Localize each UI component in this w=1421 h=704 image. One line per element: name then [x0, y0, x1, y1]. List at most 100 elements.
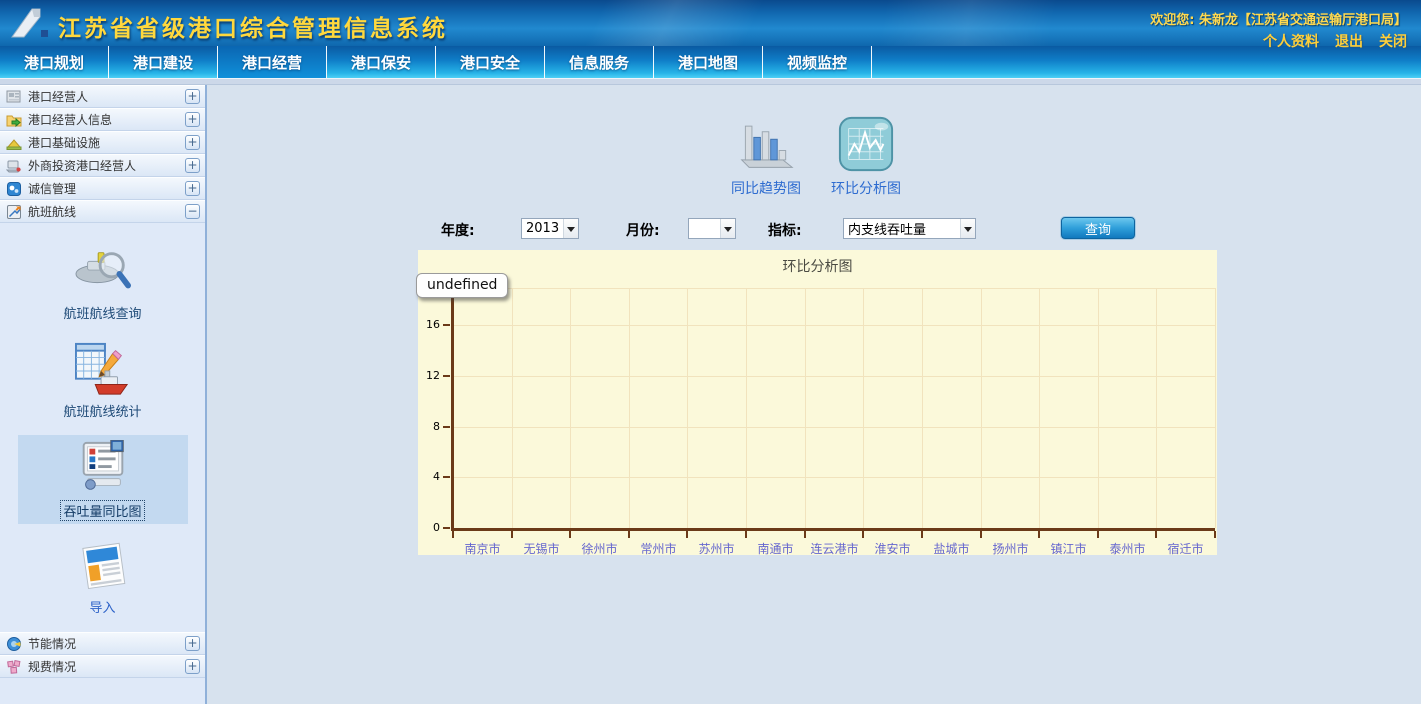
- y-axis-tick-label: 0: [418, 521, 440, 534]
- expand-icon[interactable]: +: [185, 181, 200, 196]
- x-axis-category-label: 扬州市: [981, 540, 1040, 557]
- y-axis-tick-label: 8: [418, 420, 440, 433]
- collapse-icon[interactable]: −: [185, 204, 200, 219]
- expand-icon[interactable]: +: [185, 636, 200, 651]
- foreign-investment-icon: [6, 158, 22, 174]
- year-select-value: 2013: [522, 221, 563, 236]
- filter-bar: 年度: 2013 月份: 指标: 内支线吞吐量 查询: [207, 216, 1421, 242]
- divider-strip: [0, 78, 1421, 85]
- gridline-horizontal: [453, 376, 1215, 377]
- nav-tab-port-planning[interactable]: 港口规划: [0, 46, 109, 78]
- y-axis-tick-label: 16: [418, 318, 440, 331]
- sidebar-item-label: 航班航线查询: [18, 303, 188, 322]
- y-axis-tick-label: 4: [418, 470, 440, 483]
- link-close[interactable]: 关闭: [1379, 31, 1407, 51]
- x-axis-tick: [1155, 531, 1157, 538]
- sidebar-item-throughput-yoy-chart[interactable]: 吞吐量同比图: [18, 435, 188, 524]
- sidebar-section-port-operators[interactable]: 港口经营人+: [0, 85, 205, 108]
- infrastructure-icon: [6, 135, 22, 151]
- month-select[interactable]: [688, 218, 736, 239]
- gridline-vertical: [1156, 288, 1157, 528]
- welcome-text: 欢迎您: 朱新龙【江苏省交通运输厅港口局】: [1150, 9, 1407, 28]
- nav-tab-information-service[interactable]: 信息服务: [545, 46, 654, 78]
- main-nav: 港口规划港口建设港口经营港口保安港口安全信息服务港口地图视频监控: [0, 46, 1421, 78]
- nav-tab-port-map[interactable]: 港口地图: [654, 46, 763, 78]
- x-axis-category-label: 连云港市: [805, 540, 864, 557]
- sidebar-section-foreign-invested-operators[interactable]: 外商投资港口经营人+: [0, 154, 205, 177]
- sidebar-section-port-operator-info[interactable]: 港口经营人信息+: [0, 108, 205, 131]
- x-axis-category-label: 宿迁市: [1156, 540, 1215, 557]
- nav-tab-port-safety[interactable]: 港口安全: [436, 46, 545, 78]
- gridline-vertical: [746, 288, 747, 528]
- sidebar-item-import[interactable]: 导入: [18, 535, 188, 620]
- chevron-down-icon: [960, 219, 975, 238]
- quick-links: 个人资料退出关闭: [1263, 31, 1407, 51]
- y-axis-tick: [443, 476, 450, 478]
- gridline-horizontal: [453, 477, 1215, 478]
- gridline-horizontal: [453, 427, 1215, 428]
- chart-title: 环比分析图: [418, 256, 1217, 276]
- sidebar-item-label: 吞吐量同比图: [61, 501, 143, 520]
- ship-stats-icon: [18, 342, 188, 398]
- folder-arrow-icon: [6, 112, 22, 128]
- link-profile[interactable]: 个人资料: [1263, 31, 1319, 51]
- expand-icon[interactable]: +: [185, 135, 200, 150]
- sidebar: 港口经营人+港口经营人信息+港口基础设施+外商投资港口经营人+诚信管理+航班航线…: [0, 85, 207, 704]
- nav-tab-port-operation[interactable]: 港口经营: [218, 46, 327, 78]
- x-axis-category-label: 泰州市: [1098, 540, 1157, 557]
- x-axis-tick: [804, 531, 806, 538]
- chart-mode-yoy-trend-chart[interactable]: 同比趋势图: [722, 111, 810, 198]
- y-axis-tick: [443, 375, 450, 377]
- line-chart-app-icon: [837, 111, 895, 173]
- x-axis-tick: [980, 531, 982, 538]
- x-axis-category-label: 南京市: [453, 540, 512, 557]
- gridline-horizontal: [453, 288, 1215, 289]
- x-axis-category-label: 南通市: [746, 540, 805, 557]
- sidebar-section-flight-routes[interactable]: 航班航线−: [0, 200, 205, 223]
- chart-area: 环比分析图 undefined 0481216南京市无锡市徐州市常州市苏州市南通…: [418, 250, 1217, 555]
- integrity-icon: [6, 181, 22, 197]
- year-select[interactable]: 2013: [521, 218, 579, 239]
- sidebar-item-flight-route-statistics[interactable]: 航班航线统计: [18, 337, 188, 424]
- gridline-vertical: [687, 288, 688, 528]
- expand-icon[interactable]: +: [185, 659, 200, 674]
- chart-mode-buttons: 同比趋势图环比分析图: [722, 111, 910, 198]
- sidebar-section-fees[interactable]: 规费情况+: [0, 655, 205, 678]
- link-logout[interactable]: 退出: [1335, 31, 1363, 51]
- x-axis: [451, 528, 1215, 531]
- sidebar-section-label: 航班航线: [28, 203, 185, 220]
- sidebar-bottom-sections: 节能情况+规费情况+: [0, 632, 205, 678]
- chart-mode-label: 环比分析图: [831, 178, 901, 198]
- expand-icon[interactable]: +: [185, 89, 200, 104]
- x-axis-tick: [452, 531, 454, 538]
- sidebar-section-energy-saving[interactable]: 节能情况+: [0, 632, 205, 655]
- sidebar-item-flight-route-query[interactable]: 航班航线查询: [18, 239, 188, 326]
- query-button[interactable]: 查询: [1061, 217, 1135, 239]
- y-axis: [451, 288, 454, 531]
- sidebar-section-label: 外商投资港口经营人: [28, 157, 185, 174]
- sidebar-section-port-infrastructure[interactable]: 港口基础设施+: [0, 131, 205, 154]
- x-axis-tick: [1214, 531, 1216, 538]
- chevron-down-icon: [720, 219, 735, 238]
- gridline-vertical: [1098, 288, 1099, 528]
- expand-icon[interactable]: +: [185, 112, 200, 127]
- energy-icon: [6, 636, 22, 652]
- nav-tab-video-surveillance[interactable]: 视频监控: [763, 46, 872, 78]
- y-axis-tick: [443, 527, 450, 529]
- sidebar-section-integrity-management[interactable]: 诚信管理+: [0, 177, 205, 200]
- month-label: 月份:: [626, 220, 660, 240]
- gridline-vertical: [981, 288, 982, 528]
- flight-route-icon: [6, 204, 22, 220]
- indicator-select-value: 内支线吞吐量: [844, 219, 960, 238]
- sidebar-section-label: 节能情况: [28, 635, 185, 652]
- expand-icon[interactable]: +: [185, 158, 200, 173]
- gridline-vertical: [1039, 288, 1040, 528]
- nav-tab-port-construction[interactable]: 港口建设: [109, 46, 218, 78]
- gridline-vertical: [512, 288, 513, 528]
- x-axis-tick: [862, 531, 864, 538]
- sidebar-section-label: 港口经营人信息: [28, 111, 185, 128]
- indicator-select[interactable]: 内支线吞吐量: [843, 218, 976, 239]
- x-axis-category-label: 淮安市: [863, 540, 922, 557]
- nav-tab-port-security[interactable]: 港口保安: [327, 46, 436, 78]
- chart-mode-mom-analysis-chart[interactable]: 环比分析图: [822, 111, 910, 198]
